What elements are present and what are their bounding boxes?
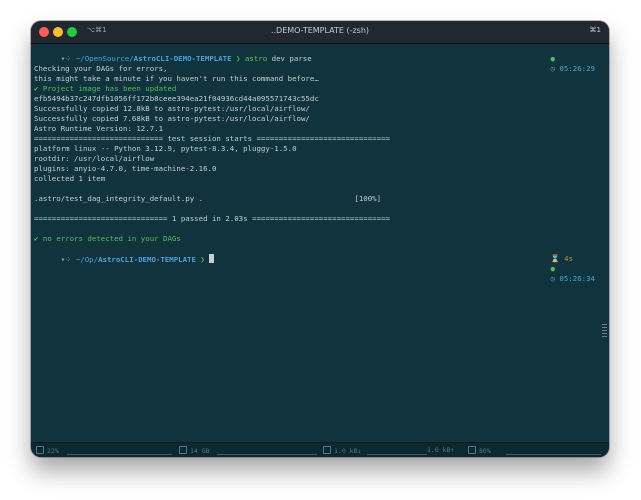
scroll-tick <box>602 327 607 328</box>
cpu-icon <box>36 446 44 454</box>
command-args: dev parse <box>267 54 312 63</box>
battery-icon <box>468 446 476 454</box>
output-line-success: ✔ Project image has been updated <box>34 84 177 93</box>
output-line: .astro/test_dag_integrity_default.py . [… <box>34 194 382 203</box>
command-duration: ⌛ 4s <box>550 254 574 263</box>
window-title: ..DEMO-TEMPLATE (-zsh) <box>270 26 370 35</box>
cpu-sparkline <box>67 446 172 455</box>
command-name: astro <box>244 54 268 63</box>
prompt-line: ▾⁘ ~/OpenSource/AstroCLI-DEMO-TEMPLATE ❯… <box>34 44 599 73</box>
battery-sparkline <box>506 446 601 455</box>
network-icon <box>323 446 331 454</box>
status-dot-icon: ● <box>550 264 555 273</box>
network-up-meter: 1.0 kB↑ <box>427 446 454 454</box>
output-line: ============================== 1 passed … <box>34 214 390 223</box>
output-line: platform linux -- Python 3.12.9, pytest-… <box>34 144 297 153</box>
output-line: this might take a minute if you haven't … <box>34 74 319 83</box>
scroll-tick <box>602 333 607 334</box>
scrollbar[interactable] <box>602 324 607 457</box>
status-dot-icon: ● <box>550 54 555 63</box>
memory-meter: 14 GB <box>179 446 210 455</box>
output-line: Successfully copied 12.8kB to astro-pyte… <box>34 104 310 113</box>
output-line: plugins: anyio-4.7.0, time-machine-2.16.… <box>34 164 217 173</box>
network-sparkline <box>367 446 427 455</box>
prompt-path-dir: AstroCLI-DEMO-TEMPLATE <box>98 255 196 264</box>
output-line: Astro Runtime Version: 12.7.1 <box>34 124 164 133</box>
text-cursor[interactable] <box>209 254 215 263</box>
output-line-success: ✔ no errors detected in your DAGs <box>34 234 181 243</box>
window-shortcut-label: ⌘1 <box>589 26 601 34</box>
prompt-time: ◷ 05:26:34 <box>550 274 596 283</box>
prompt-path-prefix: ~/OpenSource/ <box>75 54 134 63</box>
status-bar: 22% 14 GB 1.0 kB↓ 1.0 kB↑ 80% <box>31 442 609 457</box>
output-line: Checking your DAGs for errors, <box>34 64 168 73</box>
prompt-right-status: ⌛ 4s ● ◷ 05:26:34 <box>515 244 596 294</box>
apple-folder-icon: ▾⁘ <box>60 54 72 63</box>
scroll-tick <box>602 336 607 337</box>
output-line: ============================= test sessi… <box>34 134 390 143</box>
network-down-meter: 1.0 kB↓ <box>323 446 361 455</box>
output-line: efb5494b37c247dfb1056ff172b8ceee394ea21f… <box>34 94 319 103</box>
network-up-value: 1.0 kB↑ <box>427 446 455 454</box>
memory-sparkline <box>217 446 317 455</box>
cpu-meter: 22% <box>36 446 59 455</box>
prompt-line: ▾⁘ ~/Op/AstroCLI-DEMO-TEMPLATE ❯ ⌛ 4s ● … <box>34 244 599 283</box>
prompt-path-dir: AstroCLI-DEMO-TEMPLATE <box>133 54 232 63</box>
network-down-value: 1.0 kB↓ <box>334 447 362 455</box>
output-line: Successfully copied 7.68kB to astro-pyte… <box>34 114 310 123</box>
title-bar: ⌥⌘1 ..DEMO-TEMPLATE (-zsh) ⌘1 <box>31 21 609 44</box>
prompt-path-prefix: ~/Op/ <box>75 255 99 264</box>
battery-meter: 80% <box>468 446 491 455</box>
scroll-tick <box>602 324 607 325</box>
apple-folder-icon: ▾⁘ <box>60 255 72 264</box>
terminal-output[interactable]: ▾⁘ ~/OpenSource/AstroCLI-DEMO-TEMPLATE ❯… <box>31 44 609 443</box>
output-line: collected 1 item <box>34 174 106 183</box>
terminal-window: ⌥⌘1 ..DEMO-TEMPLATE (-zsh) ⌘1 ▾⁘ ~/OpenS… <box>31 21 609 457</box>
output-line: rootdir: /usr/local/airflow <box>34 154 155 163</box>
cpu-value: 22% <box>47 447 59 455</box>
memory-icon <box>179 446 187 454</box>
scroll-tick <box>602 330 607 331</box>
battery-value: 80% <box>479 447 491 455</box>
memory-value: 14 GB <box>190 447 210 455</box>
